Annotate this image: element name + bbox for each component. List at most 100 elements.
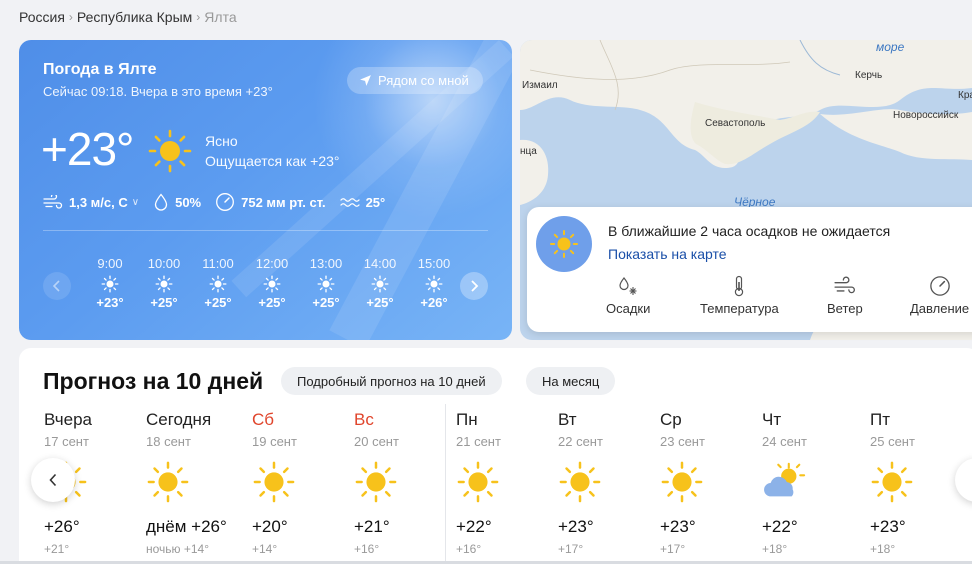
day-temp-high: +20° — [252, 517, 288, 536]
hour-time: 9:00 — [97, 256, 123, 271]
forecast-day[interactable]: Пт 25 сент +23° +18° — [870, 410, 970, 556]
hourly-next-button[interactable] — [460, 272, 488, 300]
pressure-gauge-icon — [929, 276, 950, 296]
hourly-item: 10:00 +25° — [142, 256, 186, 310]
forecast-day[interactable]: Сб 19 сент +20° +14° — [252, 410, 352, 556]
hour-temp: +25° — [150, 295, 178, 310]
map-label-partial: нца — [520, 146, 537, 157]
day-temp-low: +16° — [456, 542, 482, 556]
day-date: 23 сент — [660, 434, 705, 449]
forecast-day[interactable]: Вчера 17 сент +26° +21° — [44, 410, 144, 556]
forecast-day[interactable]: Вс 20 сент +21° +16° — [354, 410, 454, 556]
location-arrow-icon — [360, 75, 371, 86]
hour-time: 11:00 — [202, 256, 234, 271]
forecast-day[interactable]: Ср 23 сент +23° +17° — [660, 410, 760, 556]
sun-icon — [147, 461, 189, 503]
breadcrumb: Россия › Республика Крым › Ялта — [19, 9, 237, 25]
weather-parameters: 1,3 м/с, С ∨ 50% 752 мм рт. ст. 25° — [43, 192, 399, 212]
hour-temp: +23° — [96, 295, 124, 310]
tab-wind[interactable]: Ветер — [827, 275, 863, 316]
precipitation-icon — [619, 277, 637, 295]
breadcrumb-crimea[interactable]: Республика Крым — [77, 9, 192, 25]
hour-time: 13:00 — [309, 256, 343, 271]
sun-icon — [549, 229, 579, 259]
near-me-label: Рядом со мной — [378, 73, 469, 88]
sun-icon — [425, 275, 443, 293]
humidity-drop-icon — [154, 193, 168, 211]
day-name: Ср — [660, 410, 682, 429]
day-date: 18 сент — [146, 434, 191, 449]
sun-icon — [253, 461, 295, 503]
day-name: Сб — [252, 410, 275, 429]
day-temp-high: +26° — [44, 517, 80, 536]
feels-like-text: Ощущается как +23° — [205, 153, 340, 169]
sun-icon — [661, 461, 703, 503]
day-temp-high: +23° — [558, 517, 594, 536]
day-name: Чт — [762, 410, 782, 429]
forecast-prev-button[interactable] — [31, 458, 75, 502]
page-title: Погода в Ялте — [43, 61, 157, 78]
sun-icon — [559, 461, 601, 503]
sun-icon — [355, 461, 397, 503]
humidity-param: 50% — [153, 193, 201, 211]
day-temp-low: +17° — [558, 542, 584, 556]
forecast-day[interactable]: Пн 21 сент +22° +16° — [456, 410, 556, 556]
pressure-value: 752 мм рт. ст. — [241, 194, 326, 210]
hourly-item: 13:00 +25° — [304, 256, 348, 310]
day-name: Сегодня — [146, 410, 212, 429]
humidity-value: 50% — [175, 194, 202, 210]
month-forecast-button[interactable]: На месяц — [526, 367, 616, 395]
tab-pressure[interactable]: Давление — [910, 275, 969, 316]
day-date: 20 сент — [354, 434, 399, 449]
sun-icon — [209, 275, 227, 293]
day-name: Пт — [870, 410, 891, 429]
pressure-param: 752 мм рт. ст. — [215, 192, 326, 212]
day-temp-low: +21° — [44, 542, 70, 556]
forecast-day[interactable]: Сегодня 18 сент днём +26° ночью +14° — [146, 410, 246, 556]
sun-icon — [263, 275, 281, 293]
sun-icon — [101, 275, 119, 293]
day-date: 19 сент — [252, 434, 297, 449]
forecast-next-button[interactable] — [955, 458, 972, 502]
day-name: Вт — [558, 410, 577, 429]
tab-temperature-label: Температура — [700, 301, 779, 316]
hour-temp: +26° — [420, 295, 448, 310]
hour-temp: +25° — [204, 295, 232, 310]
hourly-prev-button[interactable] — [43, 272, 71, 300]
tab-pressure-label: Давление — [910, 301, 970, 316]
day-temp-low: +18° — [762, 542, 788, 556]
sun-icon — [371, 275, 389, 293]
tab-precipitation[interactable]: Осадки — [606, 275, 650, 316]
water-waves-icon — [339, 198, 360, 207]
wind-icon — [43, 195, 63, 209]
hour-time: 12:00 — [255, 256, 289, 271]
tab-temperature[interactable]: Температура — [700, 275, 779, 316]
forecast-day[interactable]: Чт 24 сент +22° +18° — [762, 410, 862, 556]
day-date: 17 сент — [44, 434, 89, 449]
water-temp-value: 25° — [365, 194, 386, 210]
tab-precipitation-label: Осадки — [606, 301, 651, 316]
breadcrumb-russia[interactable]: Россия — [19, 9, 65, 25]
pressure-gauge-icon — [216, 193, 235, 211]
map-label-izmail: Измаил — [522, 80, 558, 91]
hour-temp: +25° — [258, 295, 286, 310]
forecast-day[interactable]: Вт 22 сент +23° +17° — [558, 410, 658, 556]
tab-wind-label: Ветер — [827, 301, 863, 316]
condition-text: Ясно — [205, 133, 238, 149]
water-temp-param: 25° — [339, 194, 386, 210]
breadcrumb-separator: › — [68, 10, 73, 24]
detailed-forecast-button[interactable]: Подробный прогноз на 10 дней — [281, 367, 502, 395]
day-name: Вс — [354, 410, 374, 429]
day-temp-low: +18° — [870, 542, 896, 556]
day-date: 21 сент — [456, 434, 501, 449]
wind-icon — [834, 276, 855, 294]
day-temp-high: +23° — [870, 517, 906, 536]
near-me-button[interactable]: Рядом со мной — [347, 67, 483, 94]
show-on-map-link[interactable]: Показать на карте — [608, 246, 727, 262]
divider — [43, 230, 488, 231]
day-temp-low: +14° — [252, 542, 278, 556]
thermometer-icon — [735, 275, 744, 297]
wind-param[interactable]: 1,3 м/с, С ∨ — [43, 195, 139, 210]
day-temp-high: +23° — [660, 517, 696, 536]
hourly-item: 12:00 +25° — [250, 256, 294, 310]
